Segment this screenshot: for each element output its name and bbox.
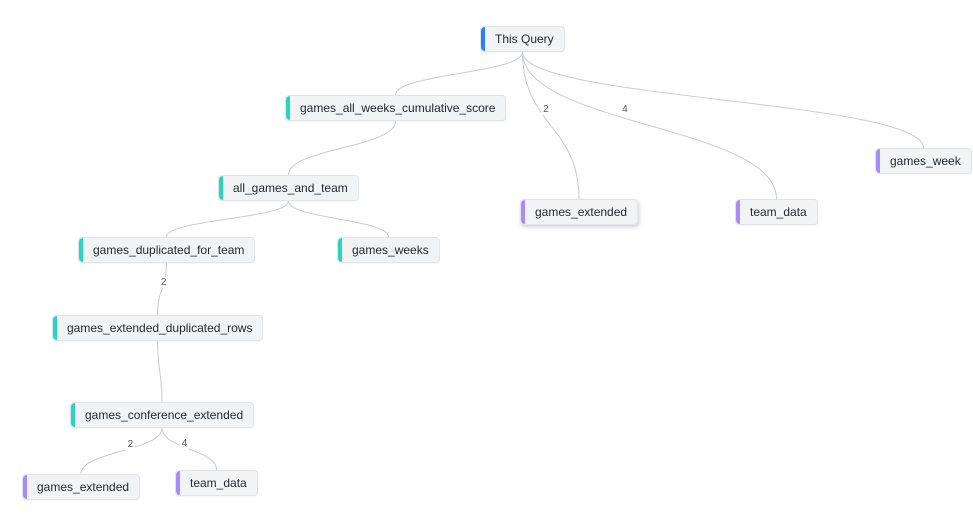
node-tdata2[interactable]: team_data bbox=[175, 470, 258, 496]
node-color-bar bbox=[521, 200, 525, 224]
edge-confext-gext2 bbox=[81, 428, 162, 474]
node-label: games_weeks bbox=[348, 243, 429, 257]
edge-root-gweek bbox=[523, 52, 924, 148]
query-dependency-graph[interactable]: This Query games_all_weeks_cumulative_sco… bbox=[0, 0, 973, 522]
node-duprows[interactable]: games_extended_duplicated_rows bbox=[52, 315, 263, 341]
edge-label: 2 bbox=[159, 277, 169, 288]
node-color-bar bbox=[286, 96, 290, 120]
edge-label: 2 bbox=[541, 104, 551, 115]
node-cumscore[interactable]: games_all_weeks_cumulative_score bbox=[285, 95, 506, 121]
edge-duprows-confext bbox=[158, 341, 163, 402]
node-label: all_games_and_team bbox=[229, 181, 348, 195]
node-label: games_extended_duplicated_rows bbox=[63, 321, 252, 335]
node-color-bar bbox=[338, 238, 342, 262]
node-color-bar bbox=[23, 475, 27, 499]
node-color-bar bbox=[876, 149, 880, 173]
edge-dupteam-duprows bbox=[158, 263, 167, 315]
edge-allteam-gweeks bbox=[289, 201, 389, 237]
node-label: games_duplicated_for_team bbox=[89, 243, 244, 257]
edge-allteam-dupteam bbox=[167, 201, 289, 237]
edge-cumscore-allteam bbox=[289, 121, 396, 175]
node-label: games_week bbox=[886, 154, 961, 168]
node-gweeks[interactable]: games_weeks bbox=[337, 237, 440, 263]
node-color-bar bbox=[481, 27, 485, 51]
edge-root-tdata1 bbox=[523, 52, 777, 199]
node-color-bar bbox=[79, 238, 83, 262]
edge-confext-tdata2 bbox=[162, 428, 217, 470]
node-tdata1[interactable]: team_data bbox=[735, 199, 818, 225]
node-color-bar bbox=[736, 200, 740, 224]
edge-label: 4 bbox=[620, 104, 630, 115]
node-dupteam[interactable]: games_duplicated_for_team bbox=[78, 237, 255, 263]
node-label: games_all_weeks_cumulative_score bbox=[296, 101, 495, 115]
node-label: games_extended bbox=[33, 480, 129, 494]
node-confext[interactable]: games_conference_extended bbox=[70, 402, 254, 428]
node-label: team_data bbox=[746, 205, 807, 219]
edge-label: 2 bbox=[126, 439, 136, 450]
node-gext1[interactable]: games_extended bbox=[520, 199, 638, 225]
node-color-bar bbox=[71, 403, 75, 427]
edge-root-gext1 bbox=[523, 52, 580, 199]
node-label: games_conference_extended bbox=[81, 408, 243, 422]
node-gweek[interactable]: games_week bbox=[875, 148, 972, 174]
node-label: This Query bbox=[491, 32, 554, 46]
node-color-bar bbox=[219, 176, 223, 200]
node-label: team_data bbox=[186, 476, 247, 490]
edge-root-cumscore bbox=[396, 52, 523, 95]
node-allteam[interactable]: all_games_and_team bbox=[218, 175, 359, 201]
edge-label: 4 bbox=[180, 438, 190, 449]
node-root[interactable]: This Query bbox=[480, 26, 565, 52]
node-label: games_extended bbox=[531, 205, 627, 219]
node-gext2[interactable]: games_extended bbox=[22, 474, 140, 500]
node-color-bar bbox=[176, 471, 180, 495]
node-color-bar bbox=[53, 316, 57, 340]
